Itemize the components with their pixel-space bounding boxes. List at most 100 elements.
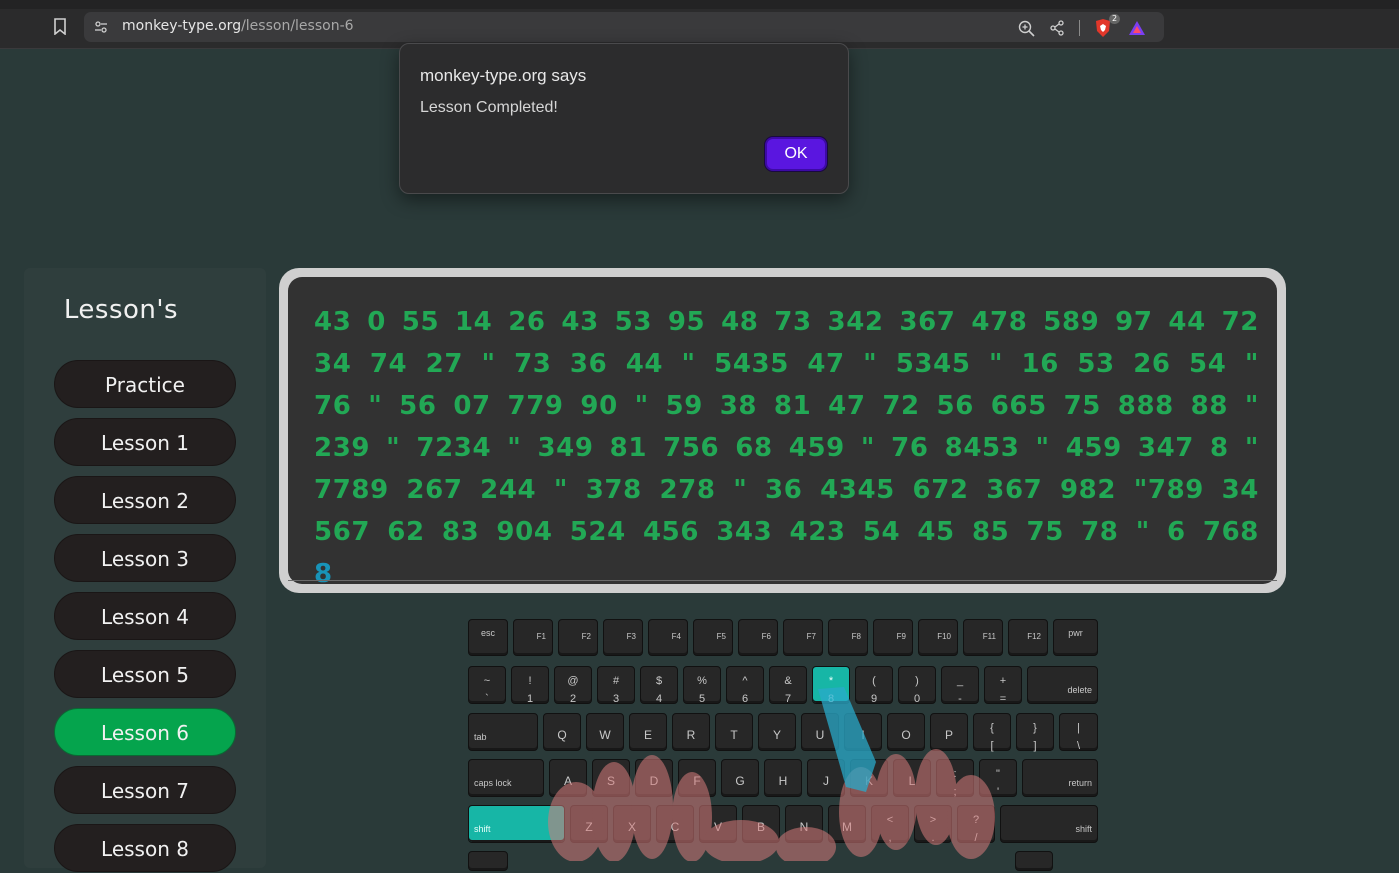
key-f10[interactable]: F10 [918,619,958,656]
key-6[interactable]: ^ 6 [726,666,764,705]
key-c[interactable]: C [656,805,694,843]
sidebar-item-practice[interactable]: Practice [54,360,236,408]
key-right-shift[interactable]: shift [1000,805,1098,843]
key-f1[interactable]: F1 [513,619,553,656]
key-h[interactable]: H [764,759,802,797]
key-f11[interactable]: F11 [963,619,1003,656]
key-3[interactable]: #3 [597,666,635,705]
key-f9[interactable]: F9 [873,619,913,656]
key-v[interactable]: V [699,805,737,843]
key-o[interactable]: O [887,713,925,751]
key-n[interactable]: N [785,805,823,843]
key-9[interactable]: (9 [855,666,893,705]
key-r[interactable]: R [672,713,710,751]
key-shift-label: @ [567,675,579,687]
key-a[interactable]: A [549,759,587,797]
sidebar-item-lesson-6[interactable]: Lesson 6 [54,708,236,756]
key-arrow[interactable] [1015,851,1053,871]
key-l[interactable]: L [893,759,931,797]
sidebar-item-lesson-3[interactable]: Lesson 3 [54,534,236,582]
key-tab[interactable]: tab [468,713,538,751]
key-f[interactable]: F [678,759,716,797]
key-f6[interactable]: F6 [738,619,778,656]
key-esc[interactable]: esc [468,619,508,656]
key-f8[interactable]: F8 [828,619,868,656]
key-left-bracket[interactable]: {[ [973,713,1011,752]
key-return[interactable]: return [1022,759,1098,797]
key-d[interactable]: D [635,759,673,797]
key-shift-label: ! [528,675,532,687]
bookmark-icon[interactable] [53,18,67,35]
key-f12[interactable]: F12 [1008,619,1048,656]
key-i[interactable]: I [844,713,882,751]
key-8-highlighted[interactable]: * 8 [812,666,850,705]
key-7[interactable]: & 7 [769,666,807,705]
sidebar-item-lesson-1[interactable]: Lesson 1 [54,418,236,466]
key-5[interactable]: % 5 [683,666,721,705]
key-quote[interactable]: " ' [979,759,1017,798]
key-slash[interactable]: ? / [957,805,995,844]
sidebar-item-lesson-2[interactable]: Lesson 2 [54,476,236,524]
key-0[interactable]: ) 0 [898,666,936,705]
key-f3[interactable]: F3 [603,619,643,656]
key-period[interactable]: >. [914,805,952,844]
key-minus[interactable]: _ - [941,666,979,705]
key-shift-label: { [990,722,994,734]
key-x[interactable]: X [613,805,651,843]
key-label: ] [1033,740,1037,752]
key-power[interactable]: pwr [1053,619,1098,656]
sidebar-item-lesson-4[interactable]: Lesson 4 [54,592,236,640]
key-y[interactable]: Y [758,713,796,751]
key-label: . [931,832,935,844]
key-semicolon[interactable]: :; [936,759,974,798]
key-u[interactable]: U [801,713,839,751]
key-caps-lock[interactable]: caps lock [468,759,544,797]
key-p[interactable]: P [930,713,968,751]
share-icon[interactable] [1049,20,1065,36]
key-1[interactable]: ! 1 [511,666,549,705]
ok-button[interactable]: OK [765,137,827,171]
sidebar-item-lesson-7[interactable]: Lesson 7 [54,766,236,814]
key-2[interactable]: @2 [554,666,592,705]
key-t[interactable]: T [715,713,753,751]
typing-area[interactable]: 43 0 55 14 26 43 53 95 48 73 342 367 478… [279,268,1286,593]
brave-shields-button[interactable]: 2 [1094,14,1121,38]
key-label: I [861,728,865,742]
key-backslash[interactable]: | \ [1059,713,1098,752]
url-text[interactable]: monkey-type.org/lesson/lesson-6 [122,18,354,34]
key-f5[interactable]: F5 [693,619,733,656]
key-w[interactable]: W [586,713,624,751]
site-settings-icon[interactable] [94,20,108,34]
sidebar-item-lesson-5[interactable]: Lesson 5 [54,650,236,698]
zoom-icon[interactable] [1018,20,1035,37]
key-b[interactable]: B [742,805,780,843]
brave-rewards-icon[interactable] [1128,20,1146,36]
key-equals[interactable]: + = [984,666,1022,705]
key-j[interactable]: J [807,759,845,797]
address-bar[interactable]: monkey-type.org/lesson/lesson-6 2 [84,12,1164,42]
key-k[interactable]: K [850,759,888,797]
key-shift-label: > [929,814,937,826]
sidebar-item-lesson-8[interactable]: Lesson 8 [54,824,236,872]
key-right-bracket[interactable]: }] [1016,713,1054,752]
key-delete[interactable]: delete [1027,666,1098,704]
key-label: X [627,820,636,834]
key-fn[interactable] [468,851,508,871]
key-comma[interactable]: <, [871,805,909,844]
key-m[interactable]: M [828,805,866,843]
key-s[interactable]: S [592,759,630,797]
key-f4[interactable]: F4 [648,619,688,656]
key-f7[interactable]: F7 [783,619,823,656]
key-z[interactable]: Z [570,805,608,843]
key-label: C [670,820,680,834]
key-e[interactable]: E [629,713,667,751]
key-label: K [864,774,873,788]
key-4[interactable]: $4 [640,666,678,705]
key-q[interactable]: Q [543,713,581,751]
key-backtick[interactable]: ~ ` [468,666,506,705]
key-g[interactable]: G [721,759,759,797]
key-shift-label: ) [915,675,919,687]
key-shift-label: : [953,768,957,780]
key-left-shift-highlighted[interactable]: shift [468,805,565,843]
key-f2[interactable]: F2 [558,619,598,656]
